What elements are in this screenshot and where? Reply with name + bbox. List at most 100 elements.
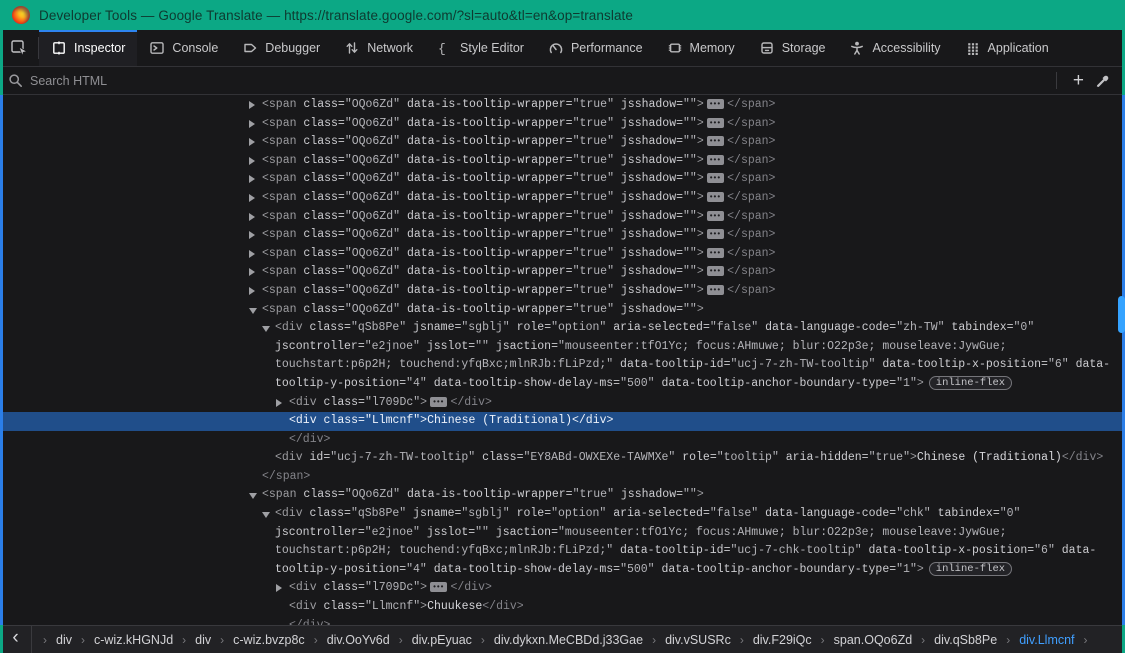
markup-row[interactable]: </div> [3,431,1122,450]
tab-debugger[interactable]: Debugger [230,30,332,66]
markup-row[interactable]: <span class="OQo6Zd" data-is-tooltip-wra… [3,96,1122,115]
breadcrumb-item[interactable]: span.OQo6Zd [832,633,915,647]
breadcrumb-item[interactable]: c-wiz.bvzp8c [231,633,307,647]
markup-row[interactable]: <div class="qSb8Pe" jsname="sgblj" role=… [3,505,1122,524]
show-all-nodes-badge[interactable]: ••• [707,173,724,183]
show-all-nodes-badge[interactable]: ••• [707,266,724,276]
markup-row[interactable]: <span class="OQo6Zd" data-is-tooltip-wra… [3,133,1122,152]
twisty-collapsed-icon[interactable] [249,250,255,258]
pick-element-button[interactable] [0,30,38,66]
markup-row[interactable]: jscontroller="e2jnoe" jsslot="" jsaction… [3,524,1122,543]
markup-row[interactable]: <span class="OQo6Zd" data-is-tooltip-wra… [3,170,1122,189]
breadcrumb-separator-icon: › [1084,633,1088,647]
tab-storage[interactable]: Storage [747,30,838,66]
tab-inspector[interactable]: Inspector [39,30,137,66]
show-all-nodes-badge[interactable]: ••• [707,285,724,295]
show-all-nodes-badge[interactable]: ••• [707,136,724,146]
tab-console[interactable]: Console [137,30,230,66]
search-input[interactable] [30,74,1046,88]
show-all-nodes-badge[interactable]: ••• [707,118,724,128]
twisty-collapsed-icon[interactable] [249,213,255,221]
twisty-collapsed-icon[interactable] [276,584,282,592]
twisty-expanded-icon[interactable] [249,308,257,314]
markup-row[interactable]: <span class="OQo6Zd" data-is-tooltip-wra… [3,301,1122,320]
breadcrumb-bar: ‹ ›div›c-wiz.kHGNJd›div›c-wiz.bvzp8c›div… [0,625,1125,653]
tab-performance[interactable]: Performance [536,30,655,66]
tab-label: Memory [690,41,735,55]
show-all-nodes-badge[interactable]: ••• [707,248,724,258]
tab-label: Debugger [265,41,320,55]
markup-row[interactable]: touchstart:p6p2H; touchend:yfqBxc;mlnRJb… [3,356,1122,375]
breadcrumb-item-selected[interactable]: div.Llmcnf [1017,633,1076,647]
create-new-node-button[interactable]: + [1067,73,1090,89]
twisty-collapsed-icon[interactable] [249,101,255,109]
twisty-collapsed-icon[interactable] [276,399,282,407]
breadcrumb-separator-icon: › [182,633,186,647]
twisty-expanded-icon[interactable] [262,512,270,518]
search-icon [8,73,23,88]
firefox-logo-icon [12,6,30,24]
tab-application[interactable]: Application [953,30,1061,66]
markup-row[interactable]: <span class="OQo6Zd" data-is-tooltip-wra… [3,115,1122,134]
markup-row[interactable]: <span class="OQo6Zd" data-is-tooltip-wra… [3,152,1122,171]
chip-icon [667,40,683,56]
markup-row[interactable]: <span class="OQo6Zd" data-is-tooltip-wra… [3,245,1122,264]
tab-memory[interactable]: Memory [655,30,747,66]
show-all-nodes-badge[interactable]: ••• [707,229,724,239]
breadcrumb-item[interactable]: div [54,633,74,647]
show-all-nodes-badge[interactable]: ••• [430,397,447,407]
markup-row[interactable]: <div class="qSb8Pe" jsname="sgblj" role=… [3,319,1122,338]
markup-row[interactable]: </div> [3,617,1122,625]
twisty-collapsed-icon[interactable] [249,194,255,202]
markup-row[interactable]: <span class="OQo6Zd" data-is-tooltip-wra… [3,189,1122,208]
markup-row[interactable]: <div class="l709Dc">•••</div> [3,579,1122,598]
twisty-collapsed-icon[interactable] [249,157,255,165]
markup-row[interactable]: <div id="ucj-7-zh-TW-tooltip" class="EY8… [3,449,1122,468]
show-all-nodes-badge[interactable]: ••• [707,211,724,221]
twisty-collapsed-icon[interactable] [249,138,255,146]
tab-styleeditor[interactable]: { }Style Editor [425,30,536,66]
markup-row[interactable]: <div class="Llmcnf">Chuukese</div> [3,598,1122,617]
markup-row[interactable]: tooltip-y-position="4" data-tooltip-show… [3,561,1122,580]
twisty-collapsed-icon[interactable] [249,287,255,295]
twisty-collapsed-icon[interactable] [249,120,255,128]
breadcrumb-separator-icon: › [81,633,85,647]
markup-row[interactable]: <span class="OQo6Zd" data-is-tooltip-wra… [3,282,1122,301]
breadcrumb-item[interactable]: div.F29iQc [751,633,814,647]
twisty-collapsed-icon[interactable] [249,175,255,183]
tab-accessibility[interactable]: Accessibility [837,30,952,66]
breadcrumb-back-button[interactable]: ‹ [0,626,32,653]
devtools-window: Developer Tools — Google Translate — htt… [0,0,1125,653]
markup-row[interactable]: <span class="OQo6Zd" data-is-tooltip-wra… [3,226,1122,245]
twisty-expanded-icon[interactable] [249,493,257,499]
markup-row[interactable]: <span class="OQo6Zd" data-is-tooltip-wra… [3,263,1122,282]
breadcrumb-item[interactable]: c-wiz.kHGNJd [92,633,175,647]
markup-row[interactable]: <div class="l709Dc">•••</div> [3,394,1122,413]
eyedropper-button[interactable] [1090,73,1117,88]
markup-row[interactable]: </span> [3,468,1122,487]
breadcrumb-item[interactable]: div.qSb8Pe [932,633,999,647]
twisty-collapsed-icon[interactable] [249,231,255,239]
search-toolbar-divider [1056,72,1057,89]
breadcrumb-item[interactable]: div.vSUSRc [663,633,733,647]
breadcrumb-item[interactable]: div.pEyuac [410,633,474,647]
markup-row[interactable]: tooltip-y-position="4" data-tooltip-show… [3,375,1122,394]
twisty-expanded-icon[interactable] [262,326,270,332]
show-all-nodes-badge[interactable]: ••• [430,582,447,592]
breadcrumb-item[interactable]: div.dykxn.MeCBDd.j33Gae [492,633,645,647]
show-all-nodes-badge[interactable]: ••• [707,192,724,202]
breadcrumb-item[interactable]: div.OoYv6d [325,633,392,647]
breadcrumb-item[interactable]: div [193,633,213,647]
scrollbar-thumb[interactable] [1118,296,1125,333]
window-border-left-bottom [0,625,3,653]
markup-row[interactable]: touchstart:p6p2H; touchend:yfqBxc;mlnRJb… [3,542,1122,561]
twisty-collapsed-icon[interactable] [249,268,255,276]
show-all-nodes-badge[interactable]: ••• [707,155,724,165]
markup-row-selected[interactable]: <div class="Llmcnf">Chinese (Traditional… [3,412,1122,431]
show-all-nodes-badge[interactable]: ••• [707,99,724,109]
markup-view[interactable]: <span class="OQo6Zd" data-is-tooltip-wra… [3,95,1122,625]
markup-row[interactable]: <span class="OQo6Zd" data-is-tooltip-wra… [3,208,1122,227]
markup-row[interactable]: jscontroller="e2jnoe" jsslot="" jsaction… [3,338,1122,357]
markup-row[interactable]: <span class="OQo6Zd" data-is-tooltip-wra… [3,486,1122,505]
tab-network[interactable]: Network [332,30,425,66]
